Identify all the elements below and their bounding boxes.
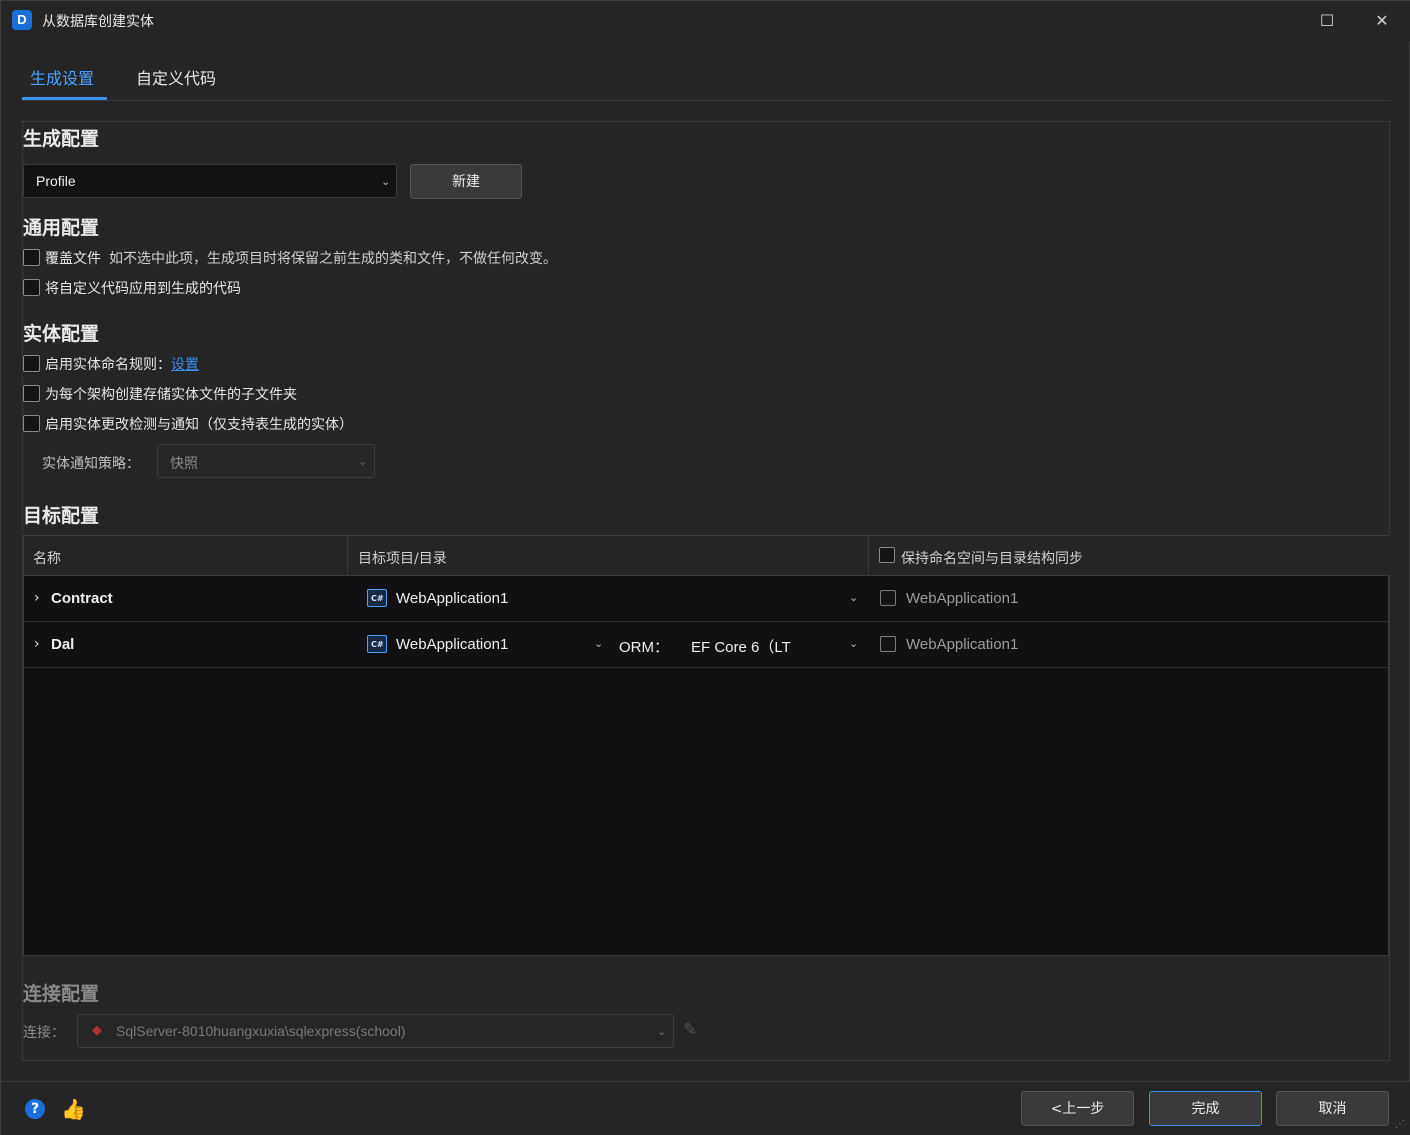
csharp-project-icon: C# [367,589,387,607]
naming-rule-label: 启用实体命名规则：设置 [45,354,199,374]
row-namespace[interactable]: WebApplication1 [906,590,1018,607]
tab-generation-settings[interactable]: 生成设置 [30,65,94,89]
general-config-title: 通用配置 [23,217,100,239]
target-grid: 名称 目标项目/目录 保持命名空间与目录结构同步 › Contract C# W… [23,535,1390,956]
apply-custom-code-label: 将自定义代码应用到生成的代码 [45,281,241,297]
notify-strategy-select[interactable]: 快照 ⌄ [157,444,375,478]
apply-custom-code-checkbox[interactable] [23,279,40,296]
row-namespace-checkbox[interactable] [880,590,896,606]
chevron-down-icon: ⌄ [381,175,391,188]
naming-rule-settings-link[interactable]: 设置 [171,357,199,373]
chevron-down-icon: ⌄ [657,1025,667,1038]
title-bar: D 从数据库创建实体 ☐ ✕ [1,1,1410,41]
change-detection-checkbox[interactable] [23,415,40,432]
finish-button[interactable]: 完成 [1149,1091,1262,1126]
csharp-badge-text: C# [371,640,384,649]
column-divider[interactable] [868,536,869,576]
chevron-down-icon[interactable]: ⌄ [849,637,858,650]
resize-grip-icon[interactable]: ⋰ [1395,1119,1405,1130]
entity-config-title: 实体配置 [23,323,100,345]
naming-rule-checkbox[interactable] [23,355,40,372]
change-detection-option[interactable]: 启用实体更改检测与通知（仅支持表生成的实体） [23,414,383,434]
chevron-down-icon[interactable]: ⌄ [849,591,858,604]
grid-header: 名称 目标项目/目录 保持命名空间与目录结构同步 [24,536,1390,576]
orm-label: ORM： [619,639,669,656]
window-title: 从数据库创建实体 [42,14,154,30]
row-project-select[interactable]: WebApplication1 [396,636,508,653]
overwrite-files-label: 覆盖文件 如不选中此项，生成项目时将保留之前生成的类和文件，不做任何改变。 [45,248,557,268]
database-icon: ◆ [92,1023,102,1038]
csharp-project-icon: C# [367,635,387,653]
connection-select[interactable]: ◆ SqlServer-8010huangxuxia\sqlexpress(sc… [77,1014,674,1048]
maximize-icon[interactable]: ☐ [1313,7,1341,35]
table-row[interactable]: › Contract C# WebApplication1 ⌄ WebAppli… [24,576,1390,622]
dialog-window: D 从数据库创建实体 ☐ ✕ 生成设置 自定义代码 生成配置 Profile ⌄… [0,0,1410,1135]
row-namespace[interactable]: WebApplication1 [906,636,1018,653]
thumbs-up-icon[interactable]: 👍 [61,1097,86,1121]
schema-subfolder-option[interactable]: 为每个架构创建存储实体文件的子文件夹 [23,384,343,404]
overwrite-files-hint: 如不选中此项，生成项目时将保留之前生成的类和文件，不做任何改变。 [109,251,557,267]
profile-select-value: Profile [36,173,76,189]
chevron-down-icon: ⌄ [358,455,368,468]
tab-bar: 生成设置 自定义代码 [22,57,1390,101]
orm-select[interactable]: EF Core 6（LT [691,636,791,657]
change-detection-label: 启用实体更改检测与通知（仅支持表生成的实体） [45,417,353,433]
table-row[interactable]: › Dal C# WebApplication1 ⌄ ORM： EF Core … [24,622,1390,668]
naming-rule-option[interactable]: 启用实体命名规则：设置 [23,354,243,374]
notify-strategy-label: 实体通知策略： [42,456,140,472]
target-config-title: 目标配置 [23,505,100,527]
column-header-sync-namespace: 保持命名空间与目录结构同步 [901,551,1083,567]
profile-select[interactable]: Profile ⌄ [23,164,397,198]
edit-connection-icon[interactable]: ✎ [683,1020,697,1040]
column-header-name[interactable]: 名称 [33,548,61,568]
column-divider[interactable] [347,536,348,576]
connection-value: SqlServer-8010huangxuxia\sqlexpress(scho… [116,1023,406,1039]
chevron-down-icon[interactable]: ⌄ [594,637,603,650]
close-icon[interactable]: ✕ [1368,7,1396,35]
row-name: Contract [51,590,113,607]
row-project-select[interactable]: WebApplication1 [396,590,508,607]
row-name: Dal [51,636,75,653]
schema-subfolder-checkbox[interactable] [23,385,40,402]
notify-strategy-value: 快照 [170,456,198,472]
schema-subfolder-label: 为每个架构创建存储实体文件的子文件夹 [45,387,297,403]
tab-custom-code[interactable]: 自定义代码 [136,65,216,89]
naming-rule-text: 启用实体命名规则： [45,357,171,373]
connection-config-title: 连接配置 [23,983,100,1005]
csharp-badge-text: C# [371,594,384,603]
sync-namespace-checkbox[interactable] [879,547,895,563]
apply-custom-code-option[interactable]: 将自定义代码应用到生成的代码 [23,278,323,298]
generation-config-title: 生成配置 [23,128,100,150]
overwrite-files-option[interactable]: 覆盖文件 如不选中此项，生成项目时将保留之前生成的类和文件，不做任何改变。 [23,248,643,268]
overwrite-files-checkbox[interactable] [23,249,40,266]
active-tab-indicator [22,97,107,100]
expand-icon[interactable]: › [34,590,40,606]
expand-icon[interactable]: › [34,636,40,652]
app-logo-icon: D [12,10,32,30]
overwrite-files-text: 覆盖文件 [45,251,101,267]
column-header-project[interactable]: 目标项目/目录 [358,548,447,568]
help-icon[interactable]: ? [25,1099,45,1119]
cancel-button[interactable]: 取消 [1276,1091,1389,1126]
row-namespace-checkbox[interactable] [880,636,896,652]
new-profile-button[interactable]: 新建 [410,164,522,199]
connection-label: 连接： [23,1025,65,1041]
previous-button[interactable]: <上一步 [1021,1091,1134,1126]
